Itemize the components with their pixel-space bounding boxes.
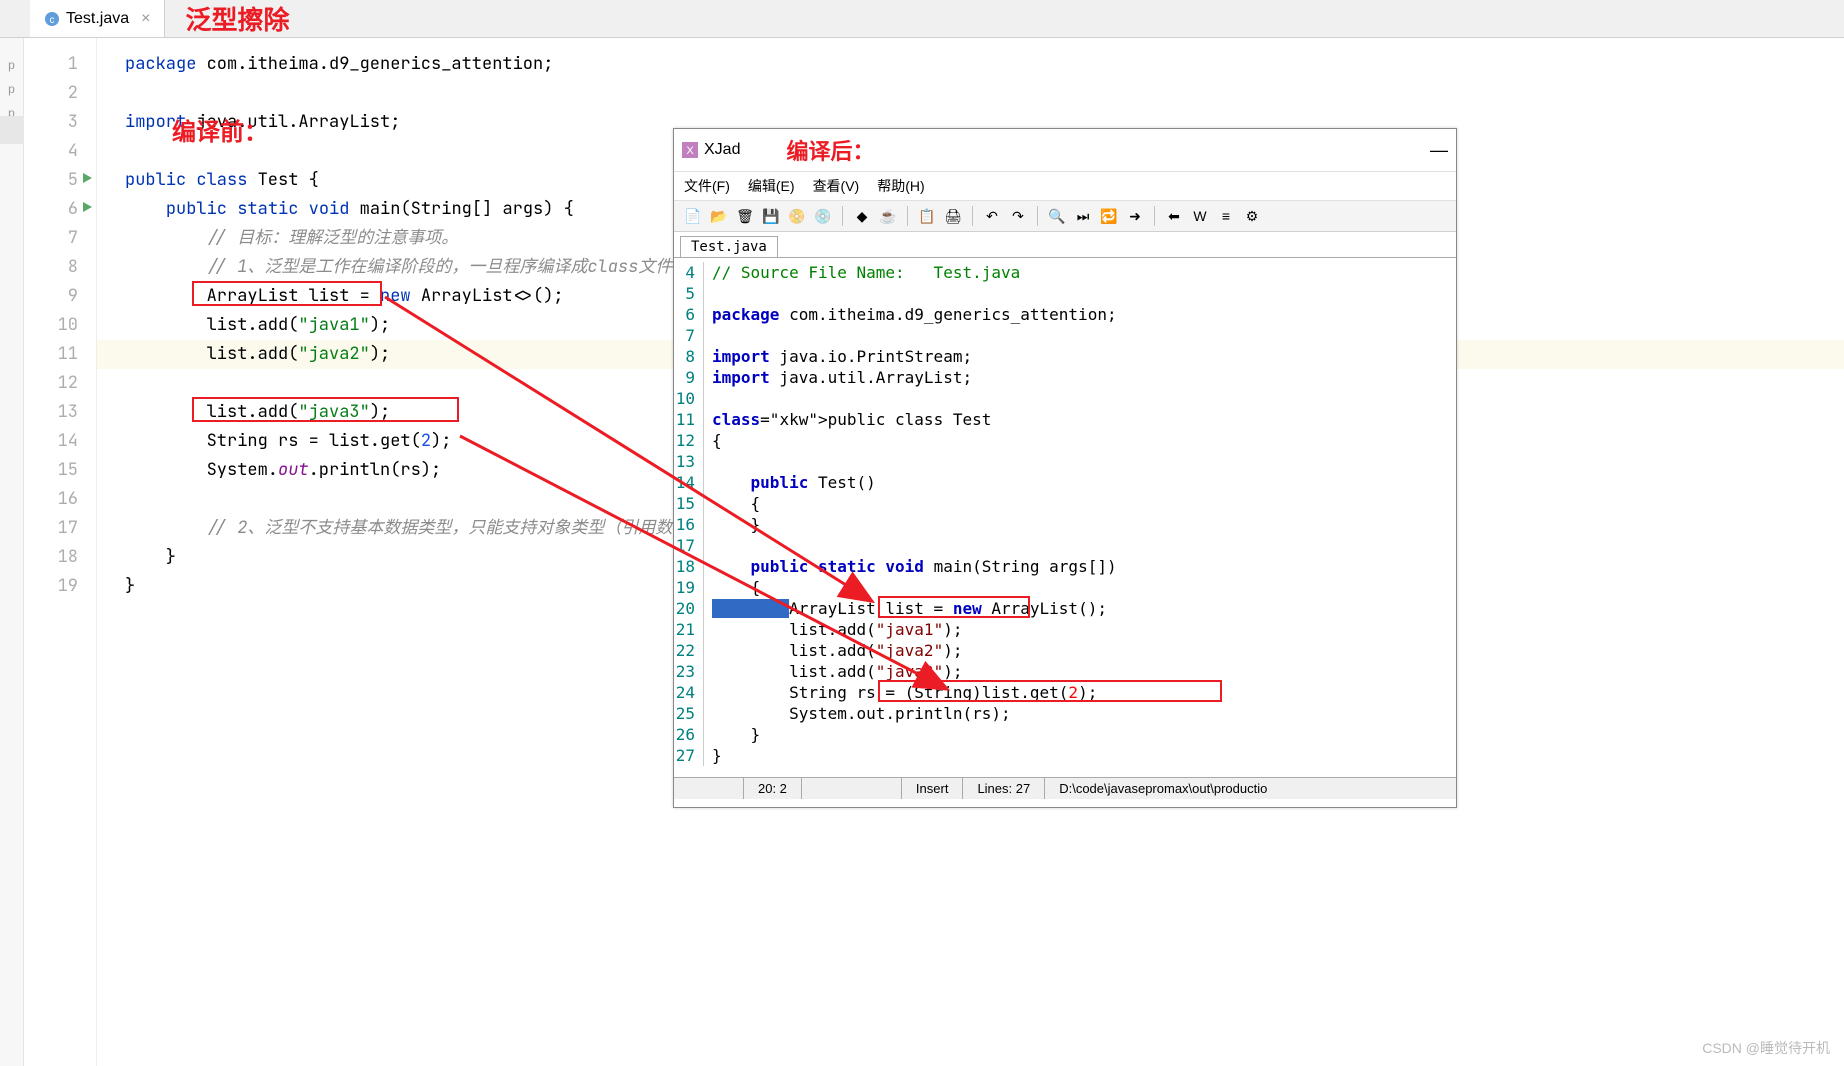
java-file-icon: c (44, 11, 60, 27)
status-path: D:\code\javasepromax\out\productio (1045, 778, 1456, 799)
editor-tab[interactable]: c Test.java × (30, 0, 165, 37)
toolbar-button[interactable]: 📋 (916, 205, 938, 227)
toolbar-button[interactable]: ◆ (851, 205, 873, 227)
toolbar-button[interactable]: 🖨 (942, 205, 964, 227)
close-icon[interactable]: × (141, 10, 150, 28)
watermark: CSDN @睡觉待开机 (1702, 1038, 1830, 1058)
toolbar-button[interactable]: 📄 (682, 205, 704, 227)
toolbar-button[interactable]: ⬅ (1163, 205, 1185, 227)
xjad-tab[interactable]: Test.java (680, 236, 778, 257)
xjad-icon: X (682, 142, 698, 158)
menu-help[interactable]: 帮助(H) (877, 176, 924, 196)
redbox-string-rs (192, 397, 459, 422)
minimize-icon[interactable]: — (1430, 140, 1448, 161)
xjad-titlebar[interactable]: X XJad 编译后： — (674, 129, 1456, 171)
menu-edit[interactable]: 编辑(E) (748, 176, 795, 196)
svg-text:c: c (50, 15, 55, 26)
menu-view[interactable]: 查看(V) (813, 176, 860, 196)
toolbar-button[interactable]: ☕ (877, 205, 899, 227)
editor-tab-bar: c Test.java × 泛型擦除 (0, 0, 1844, 38)
xjad-window: X XJad 编译后： — 文件(F) 编辑(E) 查看(V) 帮助(H) 📄📂… (673, 128, 1457, 808)
toolbar-button[interactable]: 📀 (786, 205, 808, 227)
tab-filename: Test.java (66, 10, 129, 28)
redbox-arraylist-string (192, 281, 382, 306)
toolbar-button[interactable]: 🔍 (1046, 205, 1068, 227)
toolbar-button[interactable]: 📂 (708, 205, 730, 227)
xjad-statusbar: 20: 2 Insert Lines: 27 D:\code\javasepro… (674, 777, 1456, 799)
menu-file[interactable]: 文件(F) (684, 176, 730, 196)
xjad-toolbar: 📄📂🗑💾📀💿 ◆☕ 📋🖨 ↶↷ 🔍⏭🔁➜ ⬅W≡⚙ (674, 201, 1456, 232)
before-label: 编译前： (172, 112, 268, 147)
left-strip: p p p (0, 38, 24, 1066)
toolbar-button[interactable]: ≡ (1215, 205, 1237, 227)
title-annotation: 泛型擦除 (185, 0, 289, 37)
status-mode: Insert (902, 778, 964, 799)
status-pos: 20: 2 (744, 778, 802, 799)
toolbar-button[interactable]: ➜ (1124, 205, 1146, 227)
toolbar-button[interactable]: W (1189, 205, 1211, 227)
toolbar-button[interactable]: 🔁 (1098, 205, 1120, 227)
toolbar-button[interactable]: ⏭ (1072, 205, 1094, 227)
toolbar-button[interactable]: 💾 (760, 205, 782, 227)
line-gutter: 12345678910111213141516171819 (24, 38, 97, 1066)
status-lines: Lines: 27 (963, 778, 1045, 799)
after-label: 编译后： (786, 134, 874, 166)
xjad-menubar: 文件(F) 编辑(E) 查看(V) 帮助(H) (674, 171, 1456, 201)
xjad-title-text: XJad (704, 141, 740, 159)
redbox-cast-string (878, 680, 1222, 702)
toolbar-button[interactable]: ⚙ (1241, 205, 1263, 227)
redbox-arraylist-list (878, 596, 1030, 618)
toolbar-button[interactable]: ↷ (1007, 205, 1029, 227)
toolbar-button[interactable]: ↶ (981, 205, 1003, 227)
toolbar-button[interactable]: 🗑 (734, 205, 756, 227)
svg-text:X: X (686, 145, 694, 157)
toolbar-button[interactable]: 💿 (812, 205, 834, 227)
